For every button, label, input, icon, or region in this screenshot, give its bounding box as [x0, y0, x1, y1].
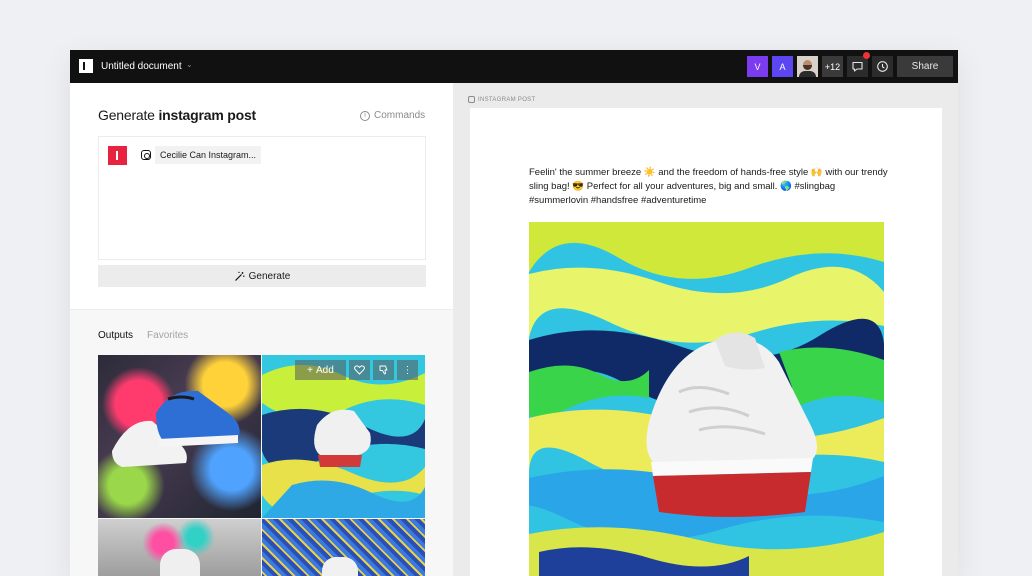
- app-logo[interactable]: [79, 59, 93, 73]
- tab-outputs[interactable]: Outputs: [98, 330, 133, 341]
- preview-section-label: INSTAGRAM POST: [468, 96, 535, 103]
- history-button[interactable]: [872, 56, 893, 77]
- prompt-input[interactable]: Cecilie Can Instagram...: [98, 136, 426, 260]
- favorite-button[interactable]: [349, 360, 370, 380]
- comment-button[interactable]: [847, 56, 868, 77]
- share-button[interactable]: Share: [897, 56, 953, 77]
- template-chip[interactable]: Cecilie Can Instagram...: [155, 146, 262, 164]
- outputs-panel: Outputs Favorites + Add ⋮: [70, 310, 453, 576]
- tab-favorites[interactable]: Favorites: [147, 330, 188, 341]
- commands-link[interactable]: i Commands: [360, 110, 425, 121]
- output-image-3[interactable]: [98, 519, 261, 576]
- post-image[interactable]: [529, 222, 884, 576]
- notification-dot: [863, 52, 870, 59]
- generate-button[interactable]: Generate: [98, 265, 426, 287]
- heart-icon: [354, 365, 365, 375]
- outputs-tabs: Outputs Favorites: [98, 330, 188, 341]
- dislike-button[interactable]: [373, 360, 394, 380]
- avatar-v[interactable]: V: [747, 56, 768, 77]
- more-options-button[interactable]: ⋮: [397, 360, 418, 380]
- image-hover-actions: + Add ⋮: [295, 360, 418, 380]
- more-collaborators-count[interactable]: +12: [822, 56, 843, 77]
- output-image-4[interactable]: [262, 519, 425, 576]
- kebab-menu-icon: ⋮: [402, 364, 413, 376]
- instagram-icon: [141, 150, 151, 160]
- brand-logo: [108, 146, 127, 165]
- avatar-photo[interactable]: [797, 56, 818, 77]
- avatar-a[interactable]: A: [772, 56, 793, 77]
- post-preview-page: Feelin' the summer breeze ☀️ and the fre…: [470, 108, 942, 576]
- app-window: Untitled document ⌄ V A +12 Share Genera…: [70, 50, 958, 576]
- thumbs-down-icon: [379, 365, 387, 375]
- generator-panel: Generate instagram post i Commands Cecil…: [70, 83, 453, 309]
- preview-panel: INSTAGRAM POST Feelin' the summer breeze…: [454, 83, 958, 576]
- comment-icon: [852, 61, 863, 72]
- chevron-down-icon[interactable]: ⌄: [186, 60, 193, 69]
- output-image-1[interactable]: [98, 355, 261, 518]
- history-icon: [877, 61, 888, 72]
- info-icon: i: [360, 110, 370, 121]
- add-button[interactable]: + Add: [295, 360, 346, 380]
- plus-icon: +: [307, 364, 314, 376]
- document-title[interactable]: Untitled document: [101, 61, 182, 72]
- generator-title: Generate instagram post: [98, 107, 257, 123]
- top-bar: Untitled document ⌄ V A +12 Share: [70, 50, 958, 83]
- instagram-icon: [468, 96, 475, 103]
- post-caption[interactable]: Feelin' the summer breeze ☀️ and the fre…: [529, 166, 889, 208]
- magic-wand-icon: [234, 271, 245, 281]
